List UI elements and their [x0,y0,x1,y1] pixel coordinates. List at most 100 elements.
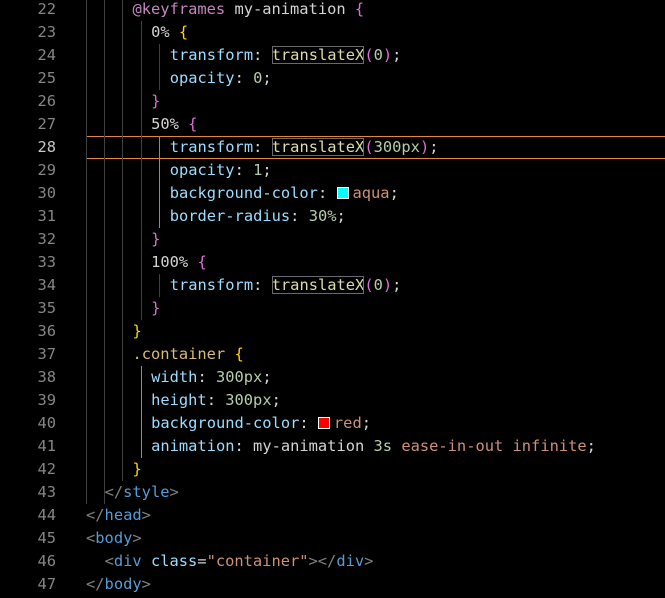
code-token: border-radius [169,207,291,225]
code-token: ; [392,46,402,64]
code-line[interactable]: 44 </head> [0,504,665,527]
code-line[interactable]: 26} [0,90,665,113]
line-number: 46 [37,552,56,570]
code-token: : [299,414,318,432]
code-token: ease-in-out infinite [392,437,587,455]
code-line[interactable]: 35} [0,297,665,320]
code-token: 0% [151,23,179,41]
code-line[interactable]: 36} [0,320,665,343]
code-line[interactable]: 30 background-color: aqua; [0,182,665,205]
code-line[interactable]: 32} [0,228,665,251]
code-line[interactable]: 28 transform: translateX(300px); [0,136,665,159]
code-text: } [133,320,142,343]
code-token: animation [151,437,235,455]
code-text: } [151,228,160,251]
color-swatch[interactable] [317,417,330,429]
code-text: background-color: red; [151,412,371,435]
code-text: 0% { [151,21,188,44]
line-number: 39 [37,391,56,409]
line-number: 23 [37,23,56,41]
code-token: } [151,299,161,317]
code-token: ) [382,276,393,294]
code-text: transform: translateX(0); [170,44,402,67]
code-line[interactable]: 23 0% { [0,21,665,44]
code-token: "container" [206,552,309,570]
code-token: { [354,0,365,18]
code-text: </body> [86,573,151,596]
code-token: { [178,23,189,41]
code-token: : [253,138,272,156]
code-token: 50% [151,115,189,133]
code-text: opacity: 1; [170,159,272,182]
line-number: 34 [37,276,56,294]
code-text: animation: my-animation 3s ease-in-out i… [151,435,596,458]
code-token: } [132,322,142,340]
code-text: height: 300px; [151,389,281,412]
code-text: .container { [133,343,244,366]
code-line[interactable]: 42} [0,458,665,481]
code-line[interactable]: 39 height: 300px; [0,389,665,412]
code-token: > [169,483,179,501]
code-token: </ [86,575,105,593]
line-number: 37 [37,345,56,363]
code-token: = [197,552,207,570]
line-number: 43 [37,483,56,501]
code-token: > [364,552,374,570]
code-token: 1 [253,161,263,179]
code-token: 0 [373,46,383,64]
code-token: : [234,69,254,87]
code-token: ; [336,207,346,225]
code-token: 300px [215,368,263,386]
code-line[interactable]: 41 animation: my-animation 3s ease-in-out… [0,435,665,458]
code-token: } [151,230,161,248]
code-token: > [141,575,151,593]
code-token: aqua [352,184,390,202]
line-number: 25 [37,69,56,87]
code-token: ) [419,138,430,156]
code-token: .container [132,345,235,363]
color-swatch[interactable] [336,187,349,199]
code-token: ; [389,184,399,202]
code-token: < [104,552,114,570]
code-line[interactable]: 31 border-radius: 30%; [0,205,665,228]
code-line[interactable]: 34 transform: translateX(0); [0,274,665,297]
code-token: ; [429,138,439,156]
code-token: } [151,92,161,110]
code-line[interactable]: 37 .container { [0,343,665,366]
code-token: ( [364,46,374,64]
code-line[interactable]: 33 100% { [0,251,665,274]
code-editor[interactable]: 22 @keyframes my-animation { 23 0% {24 trans… [0,0,665,598]
code-token: : [206,391,226,409]
code-text: transform: translateX(0); [169,274,402,297]
code-token: class [141,552,198,570]
line-number: 28 [37,138,56,156]
code-text: <body> [86,527,142,550]
code-token: div [336,552,365,570]
line-number: 30 [37,184,56,202]
line-number: 44 [37,506,56,524]
code-token: transform [169,276,254,294]
line-number: 26 [37,92,56,110]
code-line[interactable]: 45 <body> [0,527,665,550]
code-text: } [151,90,160,113]
code-line[interactable]: 22 @keyframes my-animation { [0,0,665,21]
code-line[interactable]: 27 50% { [0,113,665,136]
code-token: my-animation [253,437,374,455]
code-token: opacity [169,161,235,179]
line-number: 41 [37,437,56,455]
code-token: ; [361,414,371,432]
code-line[interactable]: 46 <div class="container"></div> [0,550,665,573]
code-line[interactable]: 24 transform: translateX(0); [0,44,665,67]
code-line[interactable]: 40 background-color: red; [0,412,665,435]
code-token: height [151,391,207,409]
code-line[interactable]: 38 width: 300px; [0,366,665,389]
code-text: border-radius: 30%; [170,205,346,228]
code-line[interactable]: 29 opacity: 1; [0,159,665,182]
code-line[interactable]: 25 opacity: 0; [0,67,665,90]
code-line[interactable]: 47 </body> [0,573,665,596]
code-token: ( [364,276,374,294]
code-token: ; [392,276,402,294]
code-line[interactable]: 43 </style> [0,481,665,504]
code-token: 0 [373,276,383,294]
code-text: opacity: 0; [170,67,272,90]
